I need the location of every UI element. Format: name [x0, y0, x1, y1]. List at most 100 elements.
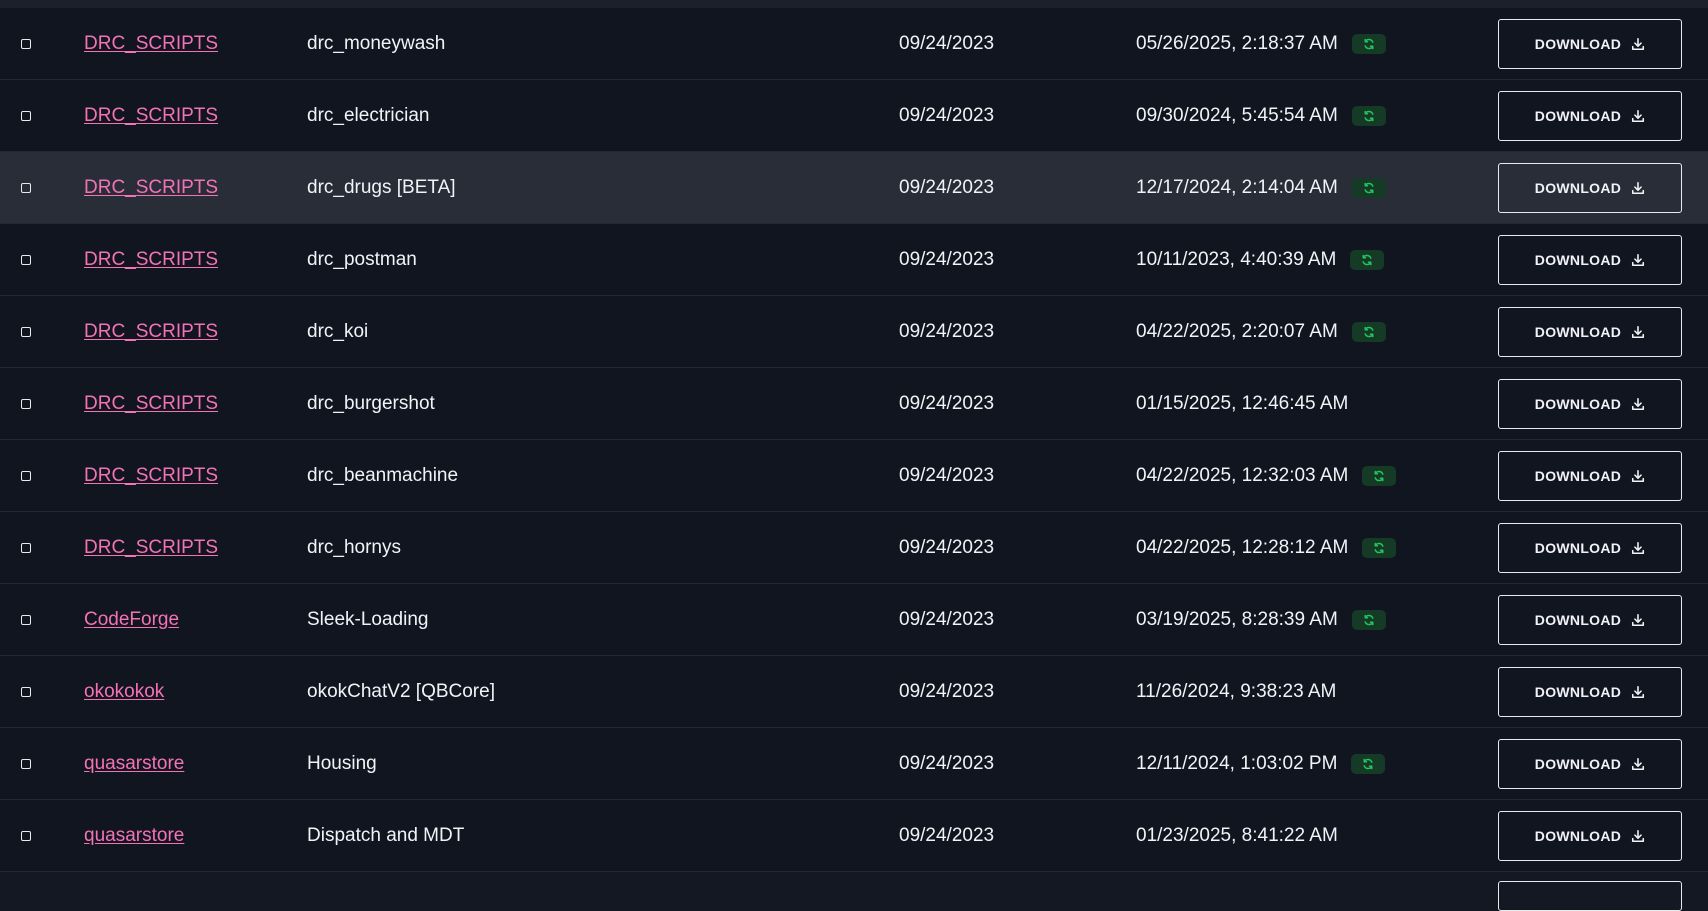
row-select-cell	[21, 80, 31, 151]
updated-cell: 04/22/2025, 12:32:03 AM	[1136, 440, 1397, 511]
author-link[interactable]: DRC_SCRIPTS	[84, 321, 218, 343]
refresh-icon	[1351, 753, 1386, 774]
download-icon	[1631, 37, 1645, 51]
action-cell: DOWNLOAD	[1498, 152, 1682, 223]
created-cell: 09/24/2023	[899, 512, 994, 583]
author-link[interactable]: DRC_SCRIPTS	[84, 465, 218, 487]
action-cell: DOWNLOAD	[1498, 296, 1682, 367]
table-row[interactable]: DRC_SCRIPTS drc_drugs [BETA] 09/24/2023 …	[0, 152, 1708, 224]
table-row[interactable]: DRC_SCRIPTS drc_moneywash 09/24/2023 05/…	[0, 8, 1708, 80]
download-button-label: DOWNLOAD	[1534, 35, 1622, 52]
download-button[interactable]: DOWNLOAD	[1498, 522, 1682, 573]
table-row[interactable]: DRC_SCRIPTS drc_hornys 09/24/2023 04/22/…	[0, 512, 1708, 584]
name-cell: drc_postman	[307, 224, 417, 295]
row-checkbox[interactable]	[21, 758, 31, 769]
script-name: Dispatch and MDT	[307, 824, 465, 846]
row-checkbox[interactable]	[21, 830, 31, 841]
download-icon	[1631, 541, 1645, 555]
row-checkbox[interactable]	[21, 614, 31, 625]
table-row[interactable]: CodeForge Sleek-Loading 09/24/2023 03/19…	[0, 584, 1708, 656]
row-checkbox[interactable]	[21, 686, 31, 697]
refresh-icon	[1351, 609, 1386, 630]
row-checkbox[interactable]	[21, 398, 31, 409]
download-button[interactable]: DOWNLOAD	[1498, 738, 1682, 789]
updated-cell: 01/23/2025, 8:41:22 AM	[1136, 800, 1338, 871]
download-button[interactable]: DOWNLOAD	[1498, 594, 1682, 645]
download-button-partial[interactable]	[1498, 881, 1682, 911]
download-button[interactable]: DOWNLOAD	[1498, 450, 1682, 501]
script-name: drc_koi	[307, 320, 369, 342]
table-row[interactable]: quasarstore Dispatch and MDT 09/24/2023 …	[0, 800, 1708, 872]
name-cell: Housing	[307, 728, 377, 799]
download-button-label: DOWNLOAD	[1534, 827, 1622, 844]
script-name: Housing	[307, 752, 377, 774]
action-cell: DOWNLOAD	[1498, 80, 1682, 151]
author-cell: DRC_SCRIPTS	[84, 296, 218, 367]
table-row[interactable]: DRC_SCRIPTS drc_koi 09/24/2023 04/22/202…	[0, 296, 1708, 368]
author-cell: okokokok	[84, 656, 164, 727]
author-link[interactable]: DRC_SCRIPTS	[84, 177, 218, 199]
table-row[interactable]: okokokok okokChatV2 [QBCore] 09/24/2023 …	[0, 656, 1708, 728]
row-checkbox[interactable]	[21, 110, 31, 121]
download-button[interactable]: DOWNLOAD	[1498, 162, 1682, 213]
row-select-cell	[21, 296, 31, 367]
author-link[interactable]: quasarstore	[84, 753, 184, 775]
script-name: drc_burgershot	[307, 392, 435, 414]
action-cell: DOWNLOAD	[1498, 440, 1682, 511]
author-cell: DRC_SCRIPTS	[84, 440, 218, 511]
created-cell: 09/24/2023	[899, 152, 994, 223]
download-button-label: DOWNLOAD	[1534, 395, 1622, 412]
table-header-strip	[0, 0, 1708, 8]
row-checkbox[interactable]	[21, 182, 31, 193]
author-link[interactable]: DRC_SCRIPTS	[84, 105, 218, 127]
script-name: drc_beanmachine	[307, 464, 459, 486]
download-button[interactable]: DOWNLOAD	[1498, 18, 1682, 69]
row-checkbox[interactable]	[21, 326, 31, 337]
table-row[interactable]: DRC_SCRIPTS drc_postman 09/24/2023 10/11…	[0, 224, 1708, 296]
updated-datetime: 01/23/2025, 8:41:22 AM	[1136, 824, 1338, 846]
author-link[interactable]: DRC_SCRIPTS	[84, 33, 218, 55]
row-select-cell	[21, 152, 31, 223]
created-date: 09/24/2023	[899, 320, 995, 342]
row-checkbox[interactable]	[21, 542, 31, 553]
row-checkbox[interactable]	[21, 254, 31, 265]
updated-cell: 05/26/2025, 2:18:37 AM	[1136, 8, 1386, 79]
table-row[interactable]: DRC_SCRIPTS drc_burgershot 09/24/2023 01…	[0, 368, 1708, 440]
action-cell: DOWNLOAD	[1498, 656, 1682, 727]
created-cell: 09/24/2023	[899, 800, 994, 871]
download-button[interactable]: DOWNLOAD	[1498, 666, 1682, 717]
row-select-cell	[21, 440, 31, 511]
author-link[interactable]: CodeForge	[84, 609, 179, 631]
table-row[interactable]: DRC_SCRIPTS drc_beanmachine 09/24/2023 0…	[0, 440, 1708, 512]
row-checkbox[interactable]	[21, 470, 31, 481]
created-date: 09/24/2023	[899, 608, 995, 630]
author-link[interactable]: okokokok	[84, 681, 164, 703]
download-button[interactable]: DOWNLOAD	[1498, 810, 1682, 861]
download-button-label: DOWNLOAD	[1534, 539, 1622, 556]
download-button[interactable]: DOWNLOAD	[1498, 378, 1682, 429]
author-link[interactable]: quasarstore	[84, 825, 184, 847]
name-cell: drc_moneywash	[307, 8, 445, 79]
download-icon	[1631, 397, 1645, 411]
updated-datetime: 03/19/2025, 8:28:39 AM	[1136, 608, 1338, 630]
author-link[interactable]: DRC_SCRIPTS	[84, 393, 218, 415]
download-button[interactable]: DOWNLOAD	[1498, 234, 1682, 285]
created-date: 09/24/2023	[899, 176, 995, 198]
row-select-cell	[21, 584, 31, 655]
author-link[interactable]: DRC_SCRIPTS	[84, 537, 218, 559]
download-icon	[1631, 325, 1645, 339]
row-checkbox[interactable]	[21, 38, 31, 49]
row-select-cell	[21, 224, 31, 295]
author-cell: DRC_SCRIPTS	[84, 368, 218, 439]
created-date: 09/24/2023	[899, 536, 995, 558]
table-row[interactable]: DRC_SCRIPTS drc_electrician 09/24/2023 0…	[0, 80, 1708, 152]
author-link[interactable]: DRC_SCRIPTS	[84, 249, 218, 271]
scripts-table: DRC_SCRIPTS drc_moneywash 09/24/2023 05/…	[0, 8, 1708, 872]
download-button[interactable]: DOWNLOAD	[1498, 90, 1682, 141]
name-cell: drc_drugs [BETA]	[307, 152, 456, 223]
download-button-label: DOWNLOAD	[1534, 251, 1622, 268]
created-cell: 09/24/2023	[899, 440, 994, 511]
download-button[interactable]: DOWNLOAD	[1498, 306, 1682, 357]
table-row[interactable]: quasarstore Housing 09/24/2023 12/11/202…	[0, 728, 1708, 800]
author-cell: DRC_SCRIPTS	[84, 224, 218, 295]
